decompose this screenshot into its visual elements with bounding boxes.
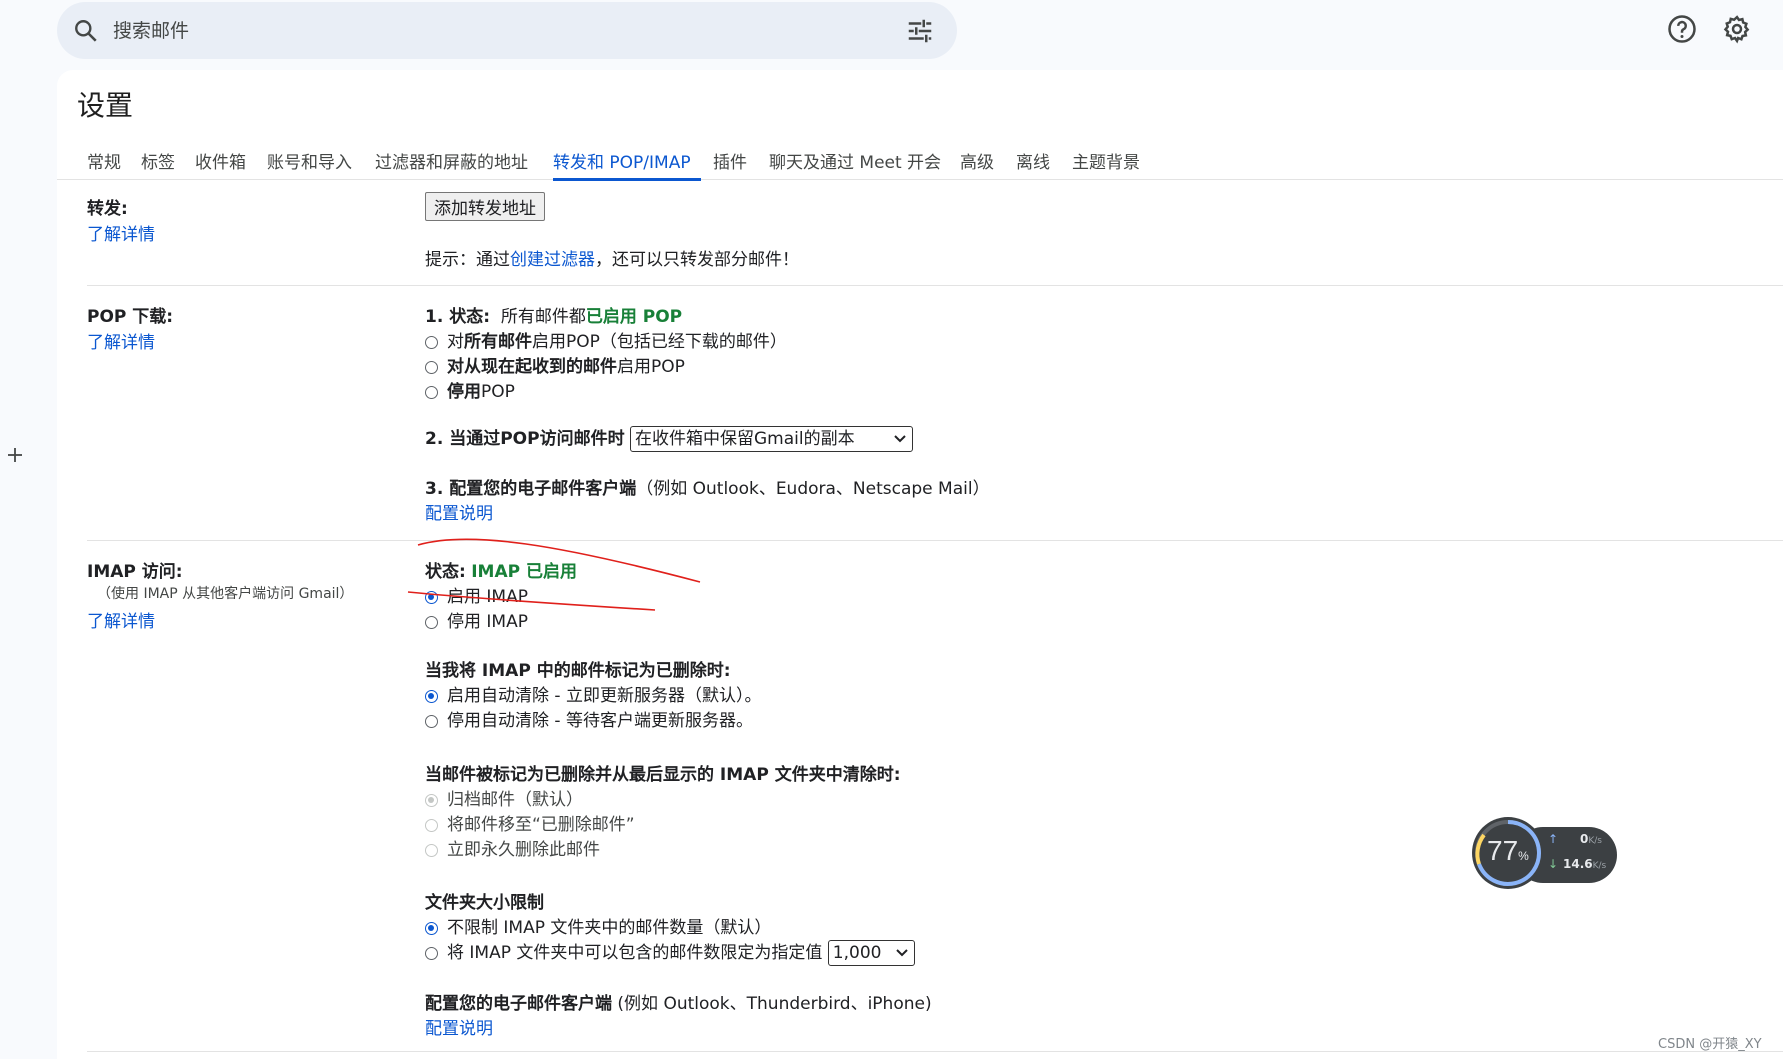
download-speed: 14.6K/s [1563,857,1607,871]
memory-percent: 77% [1487,835,1529,866]
imap-config-client: 配置您的电子邮件客户端 (例如 Outlook、Thunderbird、iPho… [425,994,932,1014]
pop-status: 1. 状态: 所有邮件都已启用 POP [425,307,683,327]
pop-status-value: 已启用 POP [585,307,683,327]
archive-radio[interactable] [425,794,438,807]
pop-when-accessed: 2. 当通过POP访问邮件时 在收件箱中保留Gmail的副本 [425,424,913,452]
imap-status-value: IMAP 已启用 [471,562,577,582]
download-arrow-icon: ↓ [1548,857,1559,871]
no-limit-option[interactable]: 不限制 IMAP 文件夹中的邮件数量（默认） [425,913,771,938]
settings-panel: 设置 常规 标签 收件箱 账号和导入 过滤器和屏蔽的地址 转发和 POP/IMA… [57,70,1783,1059]
forwarding-label: 转发: [87,199,128,219]
imap-disable-option[interactable]: 停用 IMAP [425,607,528,632]
chevron-down-icon [896,949,908,957]
imap-sublabel: （使用 IMAP 从其他客户端访问 Gmail） [97,586,354,602]
imap-expunge-heading: 当邮件被标记为已删除并从最后显示的 IMAP 文件夹中清除时: [425,765,901,785]
network-speed-widget[interactable]: 77% ↑ 0K/s ↓ 14.6K/s [1470,815,1620,895]
move-to-trash-radio[interactable] [425,819,438,832]
forwarding-learn-more-link[interactable]: 了解详情 [87,220,155,245]
tab-inbox[interactable]: 收件箱 [195,148,246,173]
auto-expunge-on-radio[interactable] [425,690,438,703]
pop-section: POP 下载: 了解详情 1. 状态: 所有邮件都已启用 POP 对所有邮件启用… [87,286,1783,541]
delete-forever-option[interactable]: 立即永久删除此邮件 [425,835,600,860]
imap-learn-more-link[interactable]: 了解详情 [87,607,155,632]
auto-expunge-off-radio[interactable] [425,715,438,728]
imap-section: IMAP 访问: （使用 IMAP 从其他客户端访问 Gmail） 了解详情 状… [87,541,1783,1052]
tab-themes[interactable]: 主题背景 [1072,148,1140,173]
gear-icon[interactable] [1722,14,1752,44]
chevron-down-icon [894,435,906,443]
archive-option[interactable]: 归档邮件（默认） [425,785,583,810]
plus-icon[interactable] [6,446,24,464]
pop-config-client: 3. 配置您的电子邮件客户端（例如 Outlook、Eudora、Netscap… [425,479,990,499]
imap-deleted-heading: 当我将 IMAP 中的邮件标记为已删除时: [425,661,731,681]
folder-size-heading: 文件夹大小限制 [425,893,544,913]
pop-option-disable[interactable]: 停用POP [425,377,515,402]
settings-tabs: 常规 标签 收件箱 账号和导入 过滤器和屏蔽的地址 转发和 POP/IMAP 插… [57,138,1783,181]
imap-config-instructions-link[interactable]: 配置说明 [425,1014,493,1039]
imap-enable-option[interactable]: 启用 IMAP [425,582,528,607]
pop-disable-radio[interactable] [425,386,438,399]
search-input[interactable] [111,12,875,50]
auto-expunge-on-option[interactable]: 启用自动清除 - 立即更新服务器（默认）。 [425,681,761,706]
auto-expunge-off-option[interactable]: 停用自动清除 - 等待客户端更新服务器。 [425,706,753,731]
no-limit-radio[interactable] [425,922,438,935]
tab-forwarding-pop-imap[interactable]: 转发和 POP/IMAP [553,148,701,181]
imap-status: 状态: IMAP 已启用 [425,562,577,582]
upload-arrow-icon: ↑ [1548,832,1559,846]
imap-enable-radio[interactable] [425,591,438,604]
search-bar[interactable] [57,2,957,59]
tab-filters[interactable]: 过滤器和屏蔽的地址 [375,148,528,173]
tab-advanced[interactable]: 高级 [960,148,994,173]
pop-label: POP 下载: [87,307,174,327]
help-icon[interactable] [1667,14,1697,44]
tab-labels[interactable]: 标签 [141,148,175,173]
limit-radio[interactable] [425,947,438,960]
tab-accounts[interactable]: 账号和导入 [267,148,352,173]
limit-option[interactable]: 将 IMAP 文件夹中可以包含的邮件数限定为指定值 1,000 [425,938,915,966]
move-to-trash-option[interactable]: 将邮件移至“已删除邮件” [425,810,635,835]
tab-general[interactable]: 常规 [87,148,121,173]
delete-forever-radio[interactable] [425,844,438,857]
pop-from-now-radio[interactable] [425,361,438,374]
pop-config-instructions-link[interactable]: 配置说明 [425,499,493,524]
pop-learn-more-link[interactable]: 了解详情 [87,328,155,353]
create-filter-link[interactable]: 创建过滤器 [510,250,595,270]
tab-offline[interactable]: 离线 [1016,148,1050,173]
forwarding-section: 转发: 了解详情 添加转发地址 提示：通过创建过滤器，还可以只转发部分邮件！ [87,180,1783,286]
page-title: 设置 [77,89,134,122]
search-icon[interactable] [73,18,99,44]
tune-icon[interactable] [905,16,935,46]
pop-when-select[interactable]: 在收件箱中保留Gmail的副本 [629,426,913,452]
tab-addons[interactable]: 插件 [713,148,747,173]
forwarding-tip: 提示：通过创建过滤器，还可以只转发部分邮件！ [425,250,799,270]
tab-chat-meet[interactable]: 聊天及通过 Meet 开会 [769,148,941,173]
pop-option-from-now[interactable]: 对从现在起收到的邮件启用POP [425,352,685,377]
upload-speed: 0K/s [1580,832,1602,846]
add-forwarding-address-button[interactable]: 添加转发地址 [425,192,545,221]
pop-option-all[interactable]: 对所有邮件启用POP（包括已经下载的邮件） [425,327,787,352]
pop-all-radio[interactable] [425,336,438,349]
folder-limit-select[interactable]: 1,000 [827,940,915,966]
watermark: CSDN @开猿_XY [1658,1037,1762,1052]
imap-disable-radio[interactable] [425,616,438,629]
imap-label: IMAP 访问: [87,562,183,582]
